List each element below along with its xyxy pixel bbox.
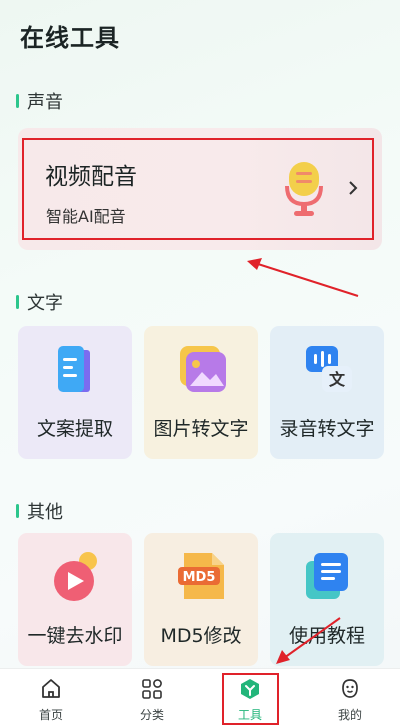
annotation-arrows: [247, 258, 359, 664]
arrow-to-card: [257, 263, 359, 297]
profile-icon: [342, 679, 358, 698]
highlight-box-tools-tab: [222, 673, 279, 725]
tab-label: 分类: [139, 708, 164, 722]
arrow-to-tools-tab: [283, 617, 341, 659]
bottom-tab-bar: 首页 分类 工具 我的: [0, 668, 400, 728]
home-icon: [42, 679, 60, 698]
arrowhead-tools-tab: [276, 650, 290, 664]
tab-label: 我的: [337, 708, 362, 722]
tab-home[interactable]: 首页: [16, 677, 86, 727]
tab-category[interactable]: 分类: [117, 677, 187, 727]
category-icon: [142, 679, 162, 699]
tab-mine[interactable]: 我的: [315, 677, 385, 727]
tab-label: 首页: [38, 708, 63, 722]
